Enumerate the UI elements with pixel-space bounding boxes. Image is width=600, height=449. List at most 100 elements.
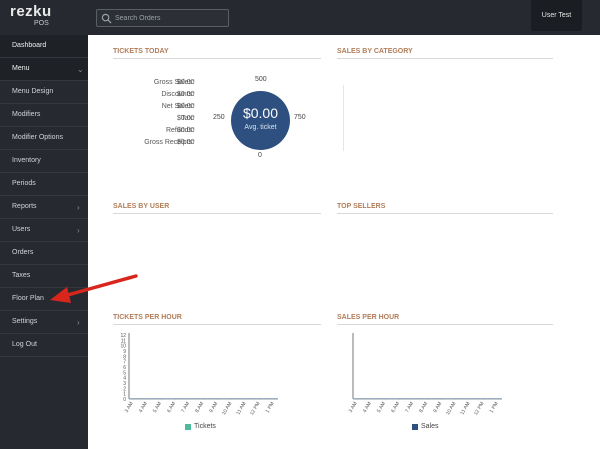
chevron-right-icon: › <box>77 203 80 212</box>
sidebar-item-label: Log Out <box>12 341 37 348</box>
x-tick-label: 8 AM <box>194 401 205 414</box>
sidebar-item-menu[interactable]: Menu ⌄ <box>0 58 88 81</box>
stat-value-gross-receipts: $0.00 <box>177 139 195 146</box>
data-point <box>244 398 247 400</box>
panel-title-sales-per-hour: SALES PER HOUR <box>337 314 400 321</box>
data-point <box>468 398 471 400</box>
dashboard-content: TICKETS TODAY Gross Sales: $0.00 Discoun… <box>88 35 600 449</box>
x-tick-label: 11 AM <box>459 401 471 416</box>
sidebar-item-modifiers[interactable]: Modifiers <box>0 104 88 127</box>
stat-value-net-sales: $0.00 <box>177 103 195 110</box>
divider <box>337 213 553 214</box>
x-tick-label: 10 AM <box>445 401 457 416</box>
data-point <box>146 398 148 400</box>
legend-swatch-tickets <box>185 424 191 430</box>
sidebar-item-log-out[interactable]: Log Out <box>0 334 88 357</box>
x-tick-label: 5 AM <box>376 401 387 414</box>
divider <box>113 213 321 214</box>
category-chart-axis <box>343 85 344 151</box>
data-point <box>483 398 485 400</box>
sidebar: Dashboard Menu ⌄ Menu Design Modifiers M… <box>0 35 88 449</box>
x-tick-label: 9 AM <box>432 401 443 414</box>
panel-title-sales-by-category: SALES BY CATEGORY <box>337 48 413 55</box>
rezku-logo[interactable]: rezku POS <box>10 3 52 31</box>
data-point <box>160 398 163 400</box>
x-tick-label: 9 AM <box>208 401 219 414</box>
x-tick-label: 1 PM <box>265 401 276 414</box>
sidebar-item-label: Users <box>12 226 31 233</box>
x-tick-label: 11 AM <box>235 401 247 416</box>
search-box[interactable] <box>96 9 229 27</box>
legend-label-tickets: Tickets <box>194 423 216 430</box>
search-input[interactable] <box>115 11 225 25</box>
panel-title-sales-by-user: SALES BY USER <box>113 203 170 210</box>
sidebar-item-label: Modifiers <box>12 111 41 118</box>
data-point <box>259 398 261 400</box>
data-point <box>132 398 134 400</box>
gauge-tick-bottom: 0 <box>258 152 262 159</box>
panel-title-top-sellers: TOP SELLERS <box>337 203 386 210</box>
sidebar-item-label: Settings <box>12 318 38 325</box>
sidebar-item-label: Menu <box>12 65 30 72</box>
x-tick-label: 7 AM <box>180 401 191 414</box>
user-name: User Test <box>541 12 572 19</box>
sidebar-item-label: Inventory <box>12 157 41 164</box>
sidebar-item-label: Orders <box>12 249 34 256</box>
data-point <box>370 398 372 400</box>
sidebar-item-label: Taxes <box>12 272 31 279</box>
annotation-arrow-icon <box>50 274 138 303</box>
x-tick-label: 12 PM <box>473 401 485 417</box>
sidebar-item-periods[interactable]: Periods <box>0 173 88 196</box>
sidebar-item-label: Menu Design <box>12 88 54 95</box>
data-point <box>384 398 387 400</box>
data-point <box>356 398 358 400</box>
avg-ticket-caption: Avg. ticket <box>244 124 277 131</box>
x-tick-label: 8 AM <box>418 401 429 414</box>
x-tick-label: 10 AM <box>221 401 233 416</box>
x-tick-label: 12 PM <box>249 401 261 417</box>
gauge-tick-left: 250 <box>213 114 225 121</box>
legend-label-sales: Sales <box>421 423 439 430</box>
data-point <box>398 398 401 400</box>
tickets-per-hour-chart: 12111098765432103 AM 4 AM 5 AM 6 AM 7 AM 8 AM… <box>120 333 278 417</box>
sidebar-item-inventory[interactable]: Inventory <box>0 150 88 173</box>
stat-value-discounts: $0.00 <box>177 91 195 98</box>
x-tick-label: 6 AM <box>166 401 177 414</box>
panel-title-tickets-today: TICKETS TODAY <box>113 48 169 55</box>
x-tick-label: 5 AM <box>152 401 163 414</box>
gauge-tick-top: 500 <box>255 76 267 83</box>
logo-wordmark: rezku <box>10 3 52 20</box>
avg-ticket-gauge: $0.00 Avg. ticket <box>231 91 290 150</box>
panel-title-tickets-per-hour: TICKETS PER HOUR <box>113 314 182 321</box>
chevron-down-icon: ⌄ <box>77 65 84 74</box>
data-point <box>230 398 233 400</box>
sales-per-hour-chart: 3 AM 4 AM 5 AM 6 AM 7 AM 8 AM 9 AM 10 AM 11 AM 12… <box>348 333 502 417</box>
data-point <box>440 398 443 400</box>
data-point <box>497 398 499 400</box>
sidebar-item-modifier-options[interactable]: Modifier Options <box>0 127 88 150</box>
legend-swatch-sales <box>412 424 418 430</box>
user-menu-button[interactable]: User Test <box>531 0 582 31</box>
search-icon <box>101 13 112 24</box>
data-point <box>426 398 429 400</box>
stat-value-gross-sales: $0.00 <box>177 79 195 86</box>
sidebar-item-label: Dashboard <box>12 42 47 49</box>
chevron-right-icon: › <box>77 226 80 235</box>
sidebar-item-menu-design[interactable]: Menu Design <box>0 81 88 104</box>
sidebar-item-users[interactable]: Users › <box>0 219 88 242</box>
sidebar-item-label: Periods <box>12 180 36 187</box>
x-tick-label: 4 AM <box>138 401 149 414</box>
stat-value-refunds: $0.00 <box>177 127 195 134</box>
top-bar: rezku POS User Test <box>0 0 600 35</box>
sidebar-item-label: Modifier Options <box>12 134 63 141</box>
data-point <box>216 398 219 400</box>
data-point <box>454 398 457 400</box>
x-tick-label: 7 AM <box>404 401 415 414</box>
sidebar-item-reports[interactable]: Reports › <box>0 196 88 219</box>
sidebar-item-orders[interactable]: Orders <box>0 242 88 265</box>
sidebar-item-dashboard[interactable]: Dashboard <box>0 35 88 58</box>
x-tick-label: 6 AM <box>390 401 401 414</box>
chevron-right-icon: › <box>77 318 80 327</box>
data-point <box>412 398 415 400</box>
data-point <box>273 398 275 400</box>
